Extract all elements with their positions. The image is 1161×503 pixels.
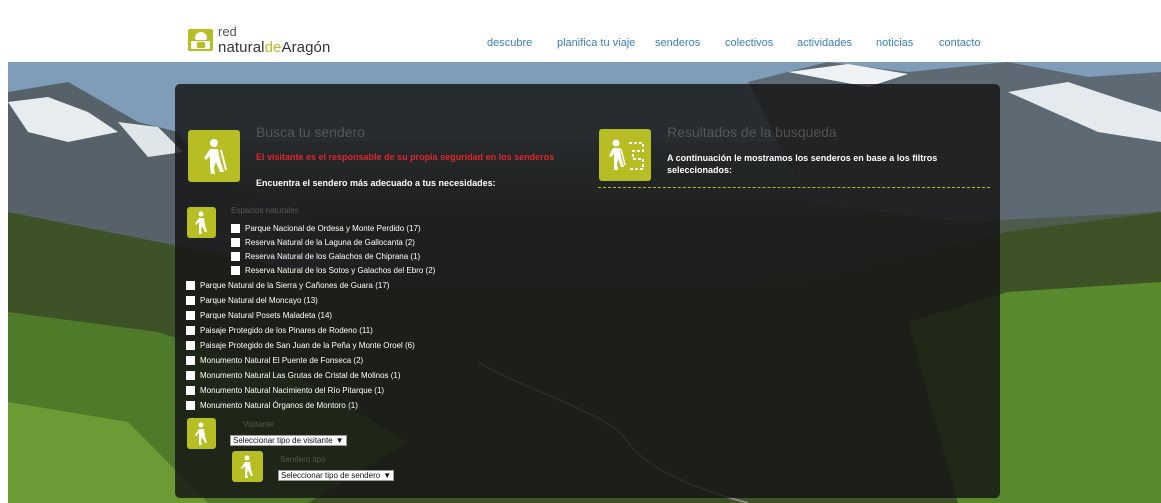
hiker-icon xyxy=(232,451,263,482)
nav-descubre[interactable]: descubre xyxy=(487,37,532,49)
space-option[interactable]: Parque Nacional de Ordesa y Monte Perdid… xyxy=(231,223,421,234)
map-hiker-icon xyxy=(599,129,651,181)
checkbox[interactable] xyxy=(186,311,195,320)
visitor-label: Visitante xyxy=(243,420,274,429)
hiker-icon xyxy=(187,418,216,449)
trail-label: Sendero tipo xyxy=(280,455,326,464)
space-option[interactable]: Paisaje Protegido de San Juan de la Peña… xyxy=(186,340,415,351)
nav-planifica[interactable]: planifica tu viaje xyxy=(557,37,635,49)
space-option[interactable]: Reserva Natural de los Galachos de Chipr… xyxy=(231,251,420,262)
search-heading: Busca tu sendero xyxy=(256,124,365,140)
nav-actividades[interactable]: actividades xyxy=(797,37,852,49)
visitor-select[interactable]: Seleccionar tipo de visitante ▼ xyxy=(230,435,347,446)
site-logo[interactable]: red naturaldeAragón xyxy=(188,24,331,62)
checkbox[interactable] xyxy=(186,341,195,350)
results-heading: Resultados de la busqueda xyxy=(667,124,837,140)
logo-line1: red xyxy=(218,24,237,39)
trail-select[interactable]: Seleccionar tipo de sendero ▼ xyxy=(278,470,395,481)
space-option[interactable]: Parque Natural de la Sierra y Cañones de… xyxy=(186,280,389,291)
checkbox[interactable] xyxy=(186,326,195,335)
space-option[interactable]: Monumento Natural El Puente de Fonseca (… xyxy=(186,355,363,366)
nav-contacto[interactable]: contacto xyxy=(939,37,981,49)
space-option[interactable]: Paisaje Protegido de los Pinares de Rode… xyxy=(186,325,373,336)
nav-colectivos[interactable]: colectivos xyxy=(725,37,773,49)
checkbox[interactable] xyxy=(231,224,240,233)
checkbox[interactable] xyxy=(186,371,195,380)
checkbox[interactable] xyxy=(231,266,240,275)
checkbox[interactable] xyxy=(231,238,240,247)
space-option[interactable]: Parque Natural Posets Maladeta (14) xyxy=(186,310,332,321)
space-option[interactable]: Monumento Natural Nacimiento del Río Pit… xyxy=(186,385,384,396)
divider xyxy=(598,187,990,188)
results-text: A continuación le mostramos los senderos… xyxy=(667,153,938,175)
hiker-icon xyxy=(188,130,240,182)
chevron-down-icon: ▼ xyxy=(335,436,344,445)
space-option[interactable]: Monumento Natural Las Grutas de Cristal … xyxy=(186,370,401,381)
nav-senderos[interactable]: senderos xyxy=(655,37,700,49)
space-option[interactable]: Monumento Natural Órganos de Montoro (1) xyxy=(186,400,358,411)
hiker-icon xyxy=(187,207,216,238)
space-option[interactable]: Reserva Natural de los Sotos y Galachos … xyxy=(231,265,435,276)
checkbox[interactable] xyxy=(186,401,195,410)
checkbox[interactable] xyxy=(186,356,195,365)
checkbox[interactable] xyxy=(186,281,195,290)
nav-noticias[interactable]: noticias xyxy=(876,37,913,49)
chevron-down-icon: ▼ xyxy=(383,471,392,480)
checkbox[interactable] xyxy=(186,296,195,305)
spaces-label: Espacios naturales xyxy=(231,206,299,215)
space-option[interactable]: Parque Natural del Moncayo (13) xyxy=(186,295,318,306)
logo-icon xyxy=(188,29,213,51)
find-text: Encuentra el sendero más adecuado a tus … xyxy=(256,178,496,188)
space-option[interactable]: Reserva Natural de la Laguna de Gallocan… xyxy=(231,237,415,248)
safety-warning: El visitante es el responsable de su pro… xyxy=(256,152,555,162)
logo-name: naturaldeAragón xyxy=(218,39,331,56)
checkbox[interactable] xyxy=(231,252,240,261)
site-header: red naturaldeAragón descubre planifica t… xyxy=(0,0,1161,62)
checkbox[interactable] xyxy=(186,386,195,395)
